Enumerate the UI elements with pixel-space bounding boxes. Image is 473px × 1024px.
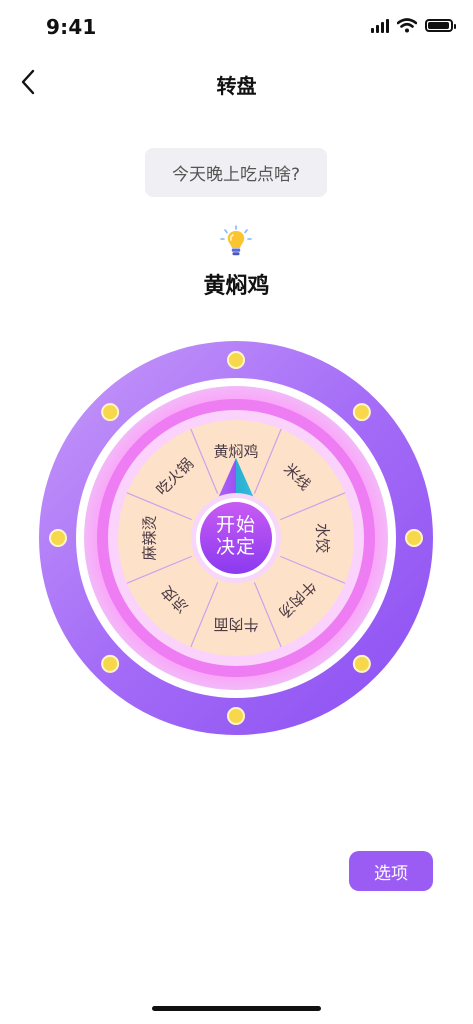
rim-light-dot xyxy=(352,654,371,673)
wifi-icon xyxy=(397,18,417,33)
start-label-line2: 决定 xyxy=(215,536,256,558)
battery-icon xyxy=(425,19,456,32)
wheel-segment-label: 牛肉面 xyxy=(213,616,258,634)
question-text: 今天晚上吃点啥? xyxy=(145,148,327,197)
options-button[interactable]: 选项 xyxy=(349,851,433,891)
nav-bar: 转盘 xyxy=(0,56,473,108)
status-bar: 9:41 xyxy=(0,0,473,56)
rim-light-dot xyxy=(227,351,245,369)
rim-light-dot xyxy=(405,529,423,547)
start-label-line1: 开始 xyxy=(215,514,256,536)
status-time: 9:41 xyxy=(46,15,97,39)
rim-light-dot xyxy=(352,403,371,422)
rim-light-dot xyxy=(49,529,67,547)
wheel-segment-label: 麻辣烫 xyxy=(141,515,159,560)
lightbulb-icon xyxy=(220,225,252,256)
rim-light-dot xyxy=(227,707,245,725)
result-text: 黄焖鸡 xyxy=(203,274,270,299)
wheel-segment-label: 黄焖鸡 xyxy=(213,443,258,461)
cellular-signal-icon xyxy=(371,18,389,33)
wheel-segment-label: 水饺 xyxy=(314,523,332,553)
rim-light-dot xyxy=(101,654,120,673)
status-icons xyxy=(371,18,456,33)
start-spin-button[interactable]: 开始 决定 xyxy=(200,500,272,572)
home-indicator xyxy=(152,1006,321,1011)
rim-light-dot xyxy=(101,403,120,422)
page-title: 转盘 xyxy=(216,74,257,98)
